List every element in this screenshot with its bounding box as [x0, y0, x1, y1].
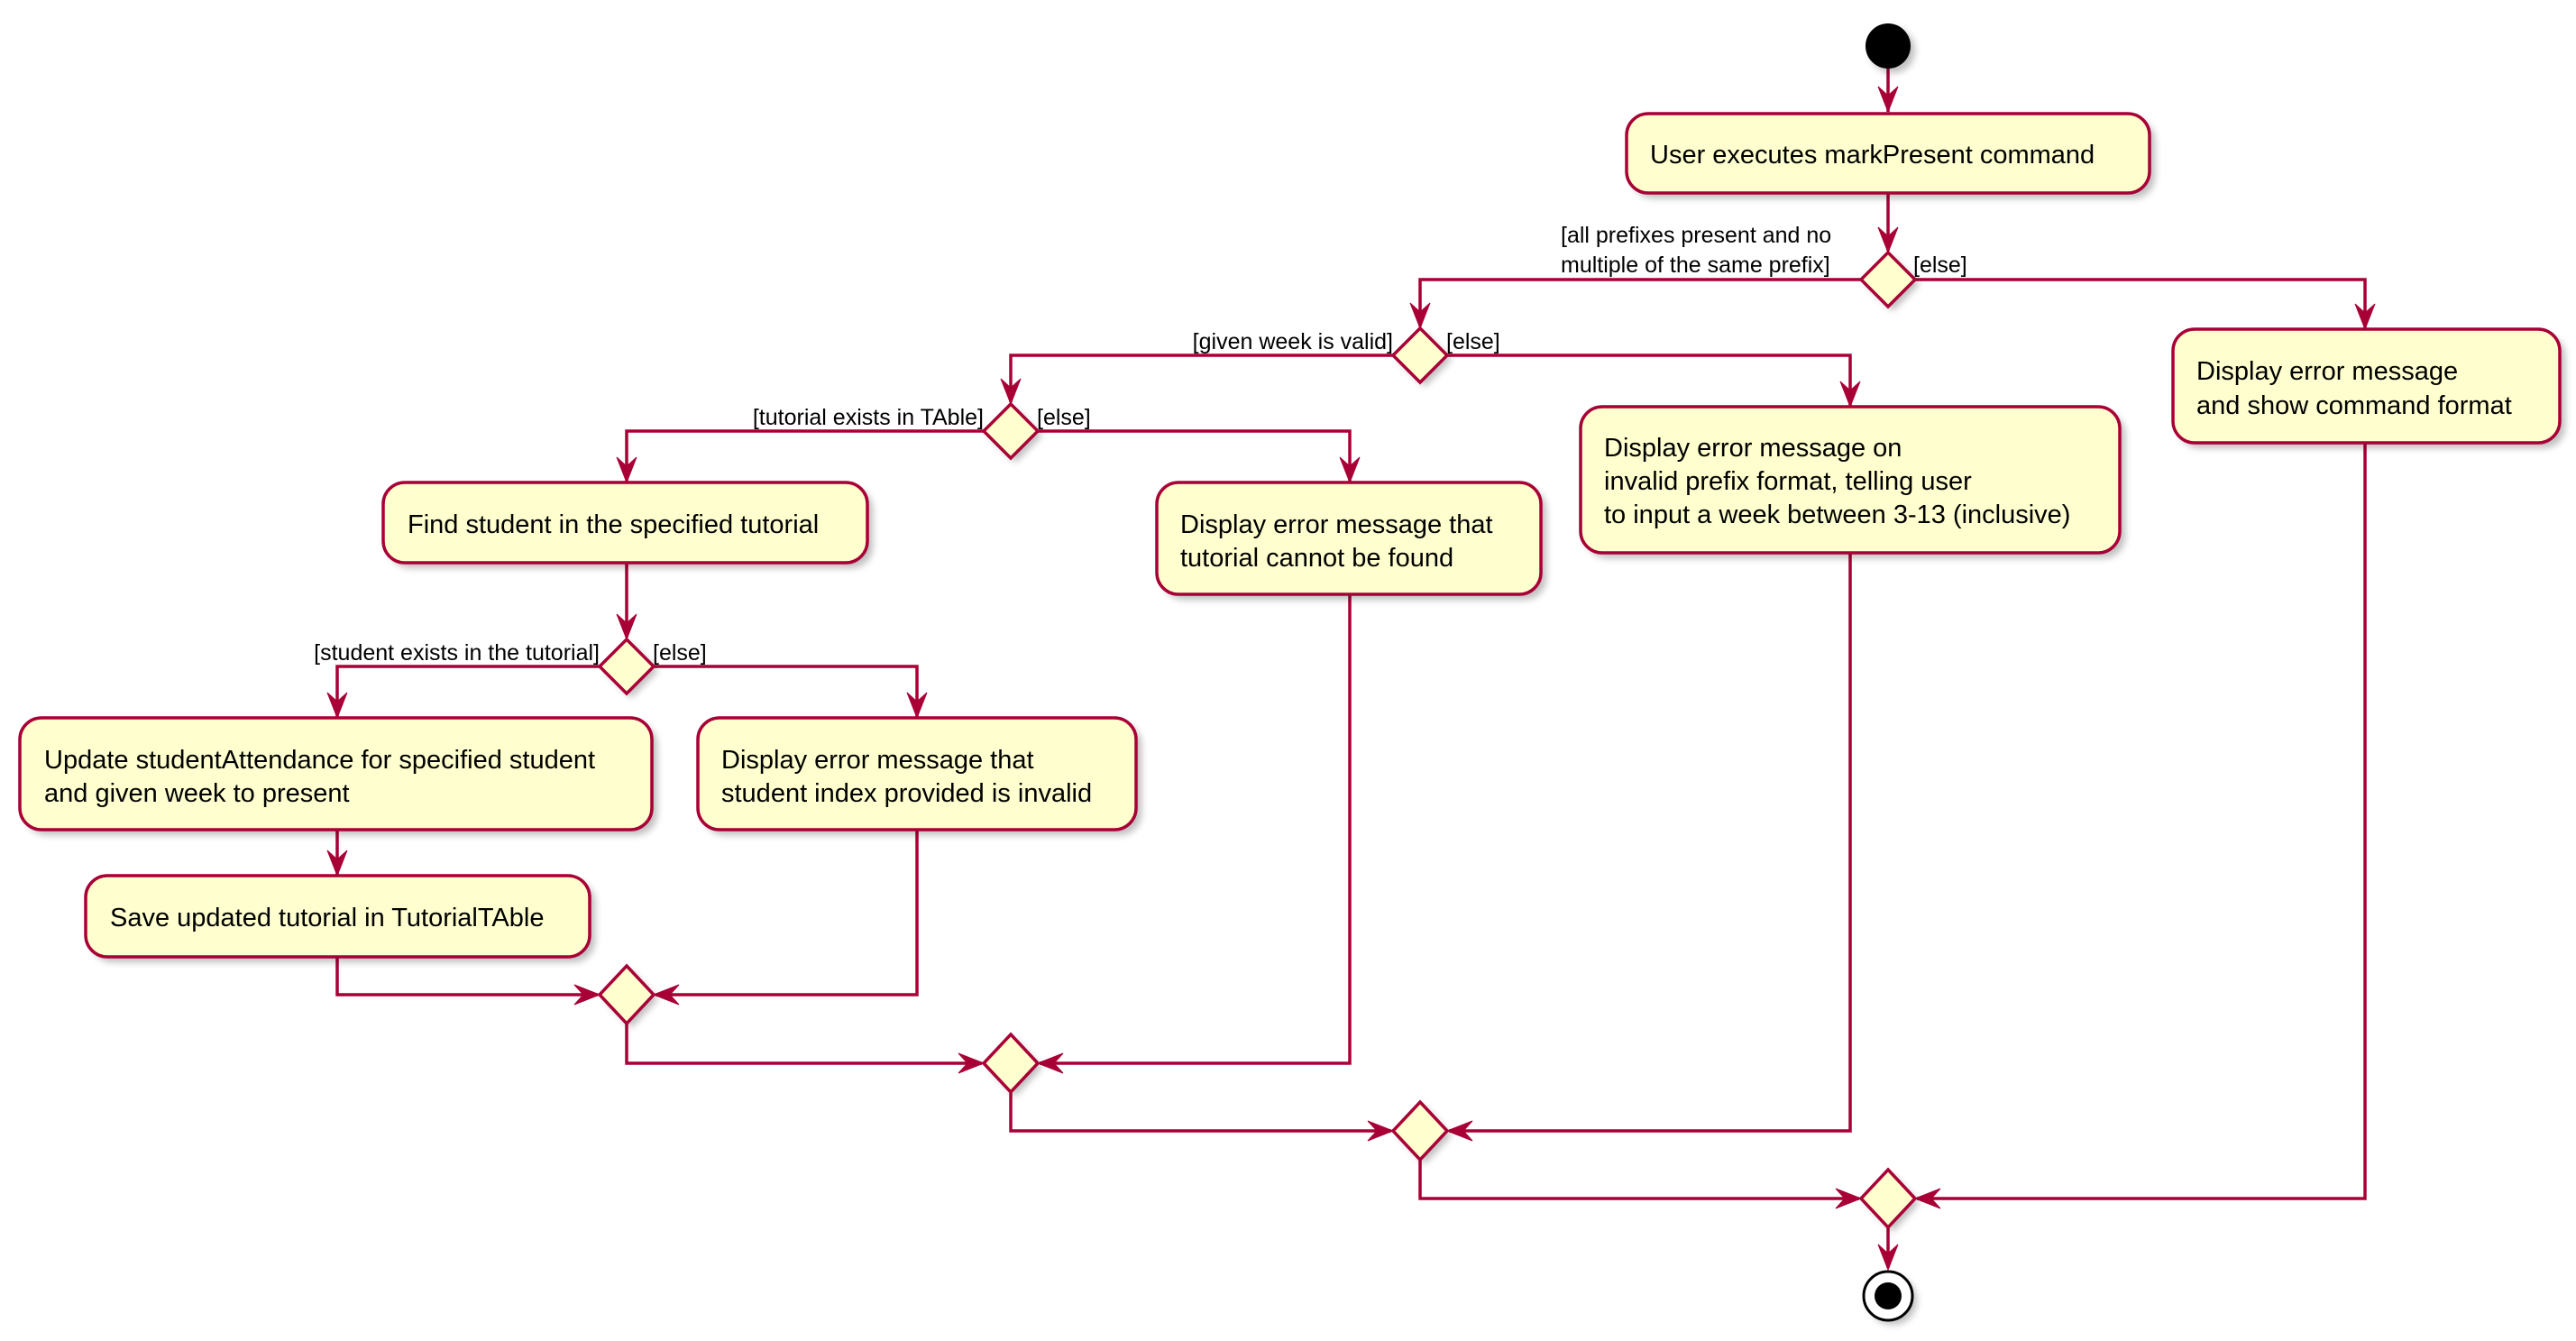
action-user-executes: User executes markPresent command [1625, 112, 2155, 198]
action-text: student index provided is invalid [721, 779, 1092, 808]
edge-invalid-index-to-merge1 [655, 830, 919, 997]
edge-tutorial-exists [625, 429, 984, 482]
edge-merge1-to-merge2 [625, 1024, 982, 1065]
guard-prefixes-ok: [all prefixes present and no [1561, 223, 1831, 248]
guard-tutorial-exists: [tutorial exists in TAble] [753, 405, 984, 430]
decision-week-valid [1390, 326, 1452, 387]
action-text: Display error message that [1180, 510, 1493, 539]
action-tutorial-not-found: Display error message that tutorial cann… [1155, 481, 1546, 600]
activity-diagram: User executes markPresent command Displa… [18, 23, 2565, 1325]
guard-week-valid: [given week is valid] [1193, 329, 1393, 354]
edge-merge3-to-merge4 [1418, 1160, 1859, 1200]
edge-merge2-to-merge3 [1009, 1092, 1391, 1133]
guard-prefixes-ok: multiple of the same prefix] [1561, 253, 1830, 278]
guard-student-exists: [student exists in the tutorial] [314, 640, 600, 666]
merge-student [597, 963, 658, 1028]
merge-tutorial [981, 1032, 1042, 1097]
edge-student-else [654, 665, 919, 717]
action-text: and given week to present [44, 779, 350, 808]
action-update-attendance: Update studentAttendance for specified s… [18, 716, 657, 835]
action-show-command-format: Display error message and show command f… [2171, 327, 2565, 448]
edge-week-else [1447, 354, 1852, 406]
edge-prefixes-else [1915, 278, 2367, 328]
guard-prefixes-else: [else] [1913, 253, 1967, 278]
action-text: User executes markPresent command [1650, 141, 2095, 170]
action-find-student: Find student in the specified tutorial [381, 481, 873, 568]
action-text: Display error message on [1604, 434, 1902, 463]
edge-student-exists [335, 665, 600, 717]
action-save-tutorial: Save updated tutorial in TutorialTAble [84, 874, 595, 962]
decision-student-exists [597, 637, 658, 698]
edge-tutorial-else [1038, 429, 1352, 482]
edge-invalid-week-to-merge3 [1449, 553, 1852, 1133]
merge-week [1390, 1099, 1452, 1164]
action-text: Display error message that [721, 746, 1034, 775]
action-text: Find student in the specified tutorial [408, 510, 819, 539]
action-text: Save updated tutorial in TutorialTAble [110, 904, 544, 932]
action-text: Display error message [2196, 357, 2458, 386]
guard-student-else: [else] [653, 640, 707, 666]
action-text: tutorial cannot be found [1180, 544, 1453, 573]
action-invalid-index: Display error message that student index… [696, 716, 1141, 835]
action-invalid-week-error: Display error message on invalid prefix … [1579, 405, 2125, 558]
edge-week-valid [1009, 354, 1393, 402]
edge-save-to-merge1 [335, 957, 598, 997]
decision-prefixes [1858, 250, 1920, 311]
action-text: Update studentAttendance for specified s… [44, 746, 595, 775]
end-node [1862, 1270, 1917, 1325]
action-text: to input a week between 3-13 (inclusive) [1604, 501, 2070, 529]
decision-tutorial-exists [981, 401, 1042, 463]
edge-prefixes-ok [1418, 278, 1861, 326]
start-node [1866, 23, 1915, 73]
guard-week-else: [else] [1446, 329, 1500, 354]
action-text: and show command format [2196, 391, 2512, 420]
merge-prefixes [1858, 1167, 1920, 1232]
action-text: invalid prefix format, telling user [1604, 467, 1972, 496]
guard-tutorial-else: [else] [1037, 405, 1091, 430]
